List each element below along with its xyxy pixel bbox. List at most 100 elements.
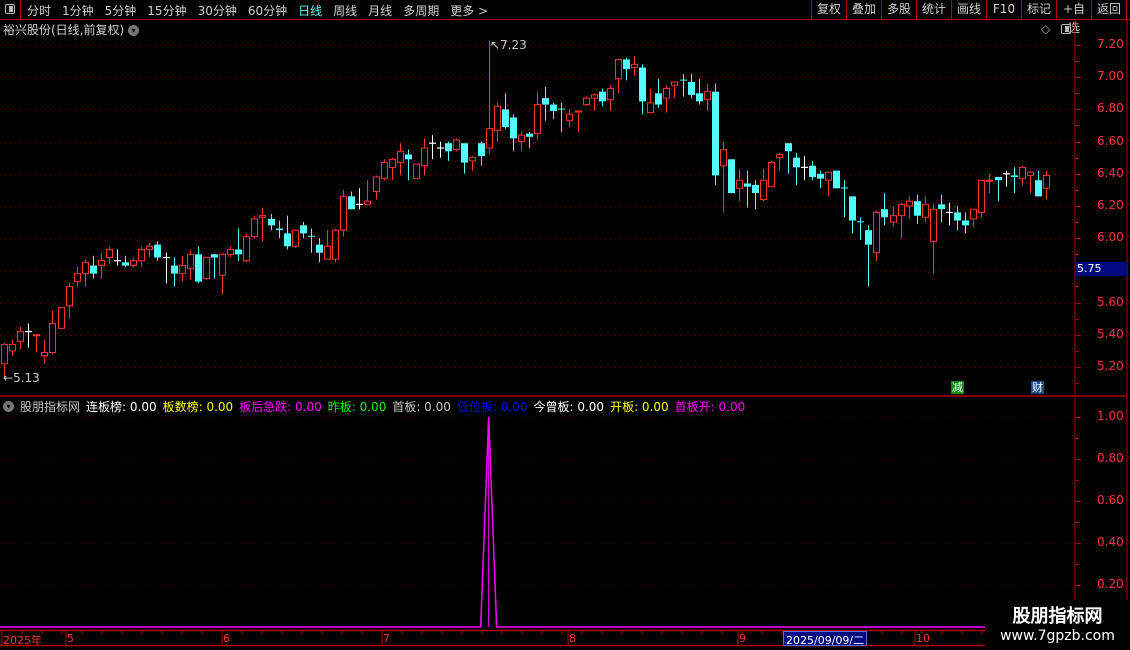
candle-body-up [671,81,678,86]
candle-body-up [130,260,137,267]
price-tick-label: 5.20 [1097,359,1124,373]
price-tick-label: 6.20 [1097,198,1124,212]
candle-body-down [284,233,291,247]
candle-body-down [849,196,856,221]
indicator-item-1: 板数榜: 0.00 [162,400,234,414]
candle-body-up [453,139,460,151]
candle-body-up [66,286,73,307]
candle-body-down [308,235,315,237]
candle-body-down [857,221,864,223]
candle-body-up [825,171,832,181]
candle-body-down [542,98,549,105]
indicator-tick-label: 0.20 [1097,577,1124,591]
candle-body-down [954,212,961,221]
candle-body-up [898,203,905,217]
candle-body-up [486,128,493,149]
candle-body-up [1019,166,1026,180]
min-price-value: 5.13 [13,371,40,385]
candle-body-up [219,253,226,276]
badge-reduce[interactable]: 减 [951,381,964,394]
price-tick-label: 6.00 [1097,230,1124,245]
indicator-series-line [0,416,1075,628]
indicator-tick-label: 0.40 [1097,535,1124,549]
candle-body-up [17,331,24,342]
candle-body-up [873,211,880,254]
candle-body-up [736,179,743,189]
chevron-down-icon[interactable]: ▾ [3,401,14,412]
chart-canvas[interactable] [0,0,1130,650]
candle-body-up [203,257,210,279]
candle-body-down [550,104,557,112]
candle-body-down [599,91,606,102]
candle-body-down [655,93,662,105]
candle-body-up [413,163,420,180]
candle-body-up [970,208,977,220]
candle-body-down [526,133,533,137]
candle-body-down [744,183,751,187]
price-tick-label: 5.60 [1097,294,1124,309]
candle-body-up [469,157,476,162]
candle-body-up [58,306,65,329]
candle-body-up [421,147,428,167]
badge-finance[interactable]: 财 [1031,381,1044,394]
indicator-name[interactable]: 股朋指标网 [20,398,80,415]
candle-body-down [90,265,97,274]
candle-body-up [760,179,767,201]
date-tick-label: 6 [223,632,230,645]
candle-body-up [575,110,582,113]
candle-body-down [728,159,735,194]
candle-body-down [558,108,565,110]
candle-body-up [1,343,8,365]
candle-body-up [373,176,380,193]
candle-body-down [712,91,719,176]
candle-body-down [696,93,703,102]
indicator-item-4: 首板: 0.00 [392,400,451,414]
candle-body-up [259,215,266,218]
candle-body-down [1035,180,1042,197]
current-price-label: 5.75 [1075,262,1127,276]
candle-body-up [615,58,622,80]
candle-body-down [316,244,323,253]
candle-body-up [1043,174,1050,189]
candle-body-down [785,143,792,152]
indicator-tick-label: 0.60 [1097,493,1124,507]
candle-body-down [962,220,969,226]
candle-body-down [995,177,1002,181]
candle-body-up [397,150,404,164]
indicator-tick-label: 1.00 [1097,409,1124,423]
candle-body-up [9,343,16,352]
candle-body-down [639,67,646,102]
candle-body-down [752,185,759,194]
watermark-title: 股朋指标网 [1012,606,1103,627]
indicator-item-6: 今曾板: 0.00 [533,400,605,414]
date-tick-label: 8 [569,632,576,645]
candle-body-down [405,154,412,160]
candle-body-up [583,97,590,106]
indicator-item-0: 连板榜: 0.00 [86,400,157,414]
candle-body-down [938,204,945,210]
candle-body-down [478,143,485,157]
indicator-item-5: 低位板: 0.00 [456,400,528,414]
candle-body-down [268,218,275,226]
candle-body-down [171,265,178,274]
candle-body-up [227,248,234,255]
candle-body-up [518,134,525,143]
candle-body-down [680,79,687,81]
candle-body-up [591,94,598,99]
date-tick-label: 10 [916,632,930,645]
candle-body-down [688,82,695,95]
date-tick-label: 9 [739,632,746,645]
min-price-marker: ←5.13 [3,371,40,385]
price-tick-label: 7.00 [1097,69,1124,84]
candle-body-up [364,200,371,205]
candle-body-up [332,229,339,260]
candle-body-down [1011,175,1018,178]
candle-body-down [817,173,824,179]
candle-body-down [865,230,872,245]
candle-body-up [74,273,81,283]
indicator-legend: ▾ 股朋指标网 连板榜: 0.00 板数榜: 0.00 板后急跌: 0.00 昨板: … [3,398,745,415]
candle-body-down [235,249,242,255]
candle-body-down [914,201,921,216]
candle-body-down [154,244,161,258]
candle-body-up [389,158,396,168]
